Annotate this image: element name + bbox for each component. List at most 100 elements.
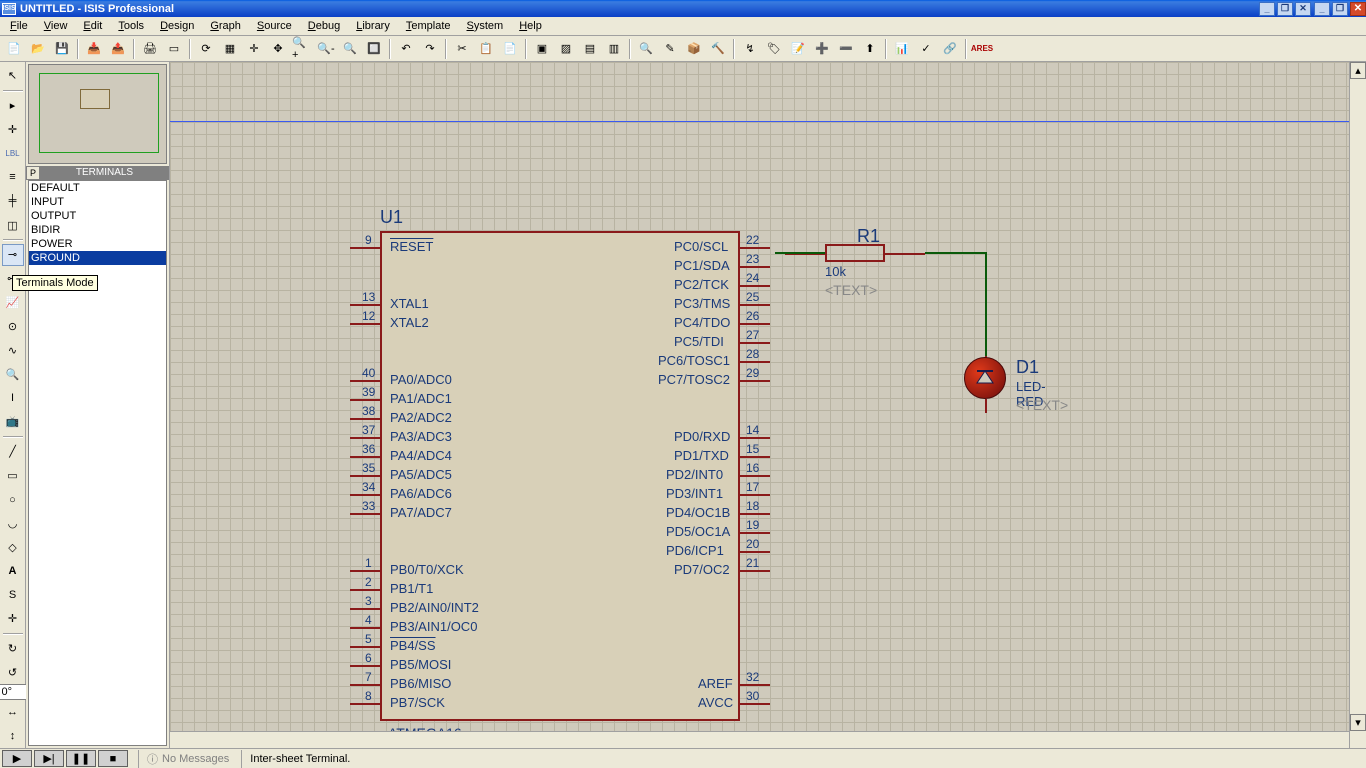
component-mode-button[interactable]: ▸ bbox=[2, 95, 24, 117]
make-device-button[interactable]: ✎ bbox=[659, 38, 681, 60]
label-mode-button[interactable]: LBL bbox=[2, 143, 24, 165]
delete-sheet-button[interactable]: ➖ bbox=[835, 38, 857, 60]
schematic-canvas[interactable]: U1 ATMEGA16 <TEXT> 9RESET13XTAL112XTAL24… bbox=[170, 62, 1366, 748]
mdi-restore-button[interactable]: ❐ bbox=[1332, 2, 1348, 16]
zoom-area-button[interactable]: 🔲 bbox=[363, 38, 385, 60]
copy-button[interactable]: 📋 bbox=[475, 38, 497, 60]
origin-button[interactable]: ✛ bbox=[243, 38, 265, 60]
bom-button[interactable]: 📊 bbox=[891, 38, 913, 60]
menu-edit[interactable]: Edit bbox=[75, 18, 110, 34]
package-button[interactable]: 📦 bbox=[683, 38, 705, 60]
netlist-button[interactable]: 🔗 bbox=[939, 38, 961, 60]
print-button[interactable]: 🖨 bbox=[139, 38, 161, 60]
status-messages[interactable]: ⓘ No Messages bbox=[138, 750, 237, 768]
save-file-button[interactable]: 💾 bbox=[51, 38, 73, 60]
pick-parts-button[interactable]: P bbox=[26, 166, 40, 180]
block-rotate-button[interactable]: ▤ bbox=[579, 38, 601, 60]
wire-autoroute-button[interactable]: ↯ bbox=[739, 38, 761, 60]
terminal-item-default[interactable]: DEFAULT bbox=[29, 181, 166, 195]
new-file-button[interactable]: 📄 bbox=[3, 38, 25, 60]
new-sheet-button[interactable]: ➕ bbox=[811, 38, 833, 60]
undo-button[interactable]: ↶ bbox=[395, 38, 417, 60]
paste-button[interactable]: 📄 bbox=[499, 38, 521, 60]
terminals-mode-button[interactable]: ⊸ bbox=[2, 244, 24, 266]
menu-graph[interactable]: Graph bbox=[202, 18, 249, 34]
menu-debug[interactable]: Debug bbox=[300, 18, 348, 34]
block-copy-button[interactable]: ▣ bbox=[531, 38, 553, 60]
block-move-button[interactable]: ▨ bbox=[555, 38, 577, 60]
restore-button[interactable]: ❐ bbox=[1277, 2, 1293, 16]
terminal-item-bidir[interactable]: BIDIR bbox=[29, 223, 166, 237]
virtual-instrument-mode-button[interactable]: 📺 bbox=[2, 411, 24, 433]
marker-2d-button[interactable]: ✛ bbox=[2, 608, 24, 630]
menu-design[interactable]: Design bbox=[152, 18, 202, 34]
grid-button[interactable]: ▦ bbox=[219, 38, 241, 60]
text-script-mode-button[interactable]: ≡ bbox=[2, 166, 24, 188]
zoom-out-button[interactable]: 🔍- bbox=[315, 38, 337, 60]
close-button[interactable]: ✕ bbox=[1295, 2, 1311, 16]
text-2d-button[interactable]: A bbox=[2, 560, 24, 582]
circle-2d-button[interactable]: ○ bbox=[2, 489, 24, 511]
current-probe-mode-button[interactable]: I bbox=[2, 387, 24, 409]
property-button[interactable]: 📝 bbox=[787, 38, 809, 60]
search-tag-button[interactable]: 🏷 bbox=[763, 38, 785, 60]
import-button[interactable]: 📥 bbox=[83, 38, 105, 60]
object-selector-list[interactable]: DEFAULTINPUTOUTPUTBIDIRPOWERGROUND bbox=[28, 180, 167, 746]
pick-button[interactable]: 🔍 bbox=[635, 38, 657, 60]
pan-button[interactable]: ✥ bbox=[267, 38, 289, 60]
selection-mode-button[interactable]: ↖ bbox=[2, 65, 24, 87]
generator-mode-button[interactable]: ∿ bbox=[2, 339, 24, 361]
stop-button[interactable]: ■ bbox=[98, 750, 128, 767]
terminal-item-ground[interactable]: GROUND bbox=[29, 251, 166, 265]
symbol-2d-button[interactable]: S bbox=[2, 584, 24, 606]
horizontal-scrollbar[interactable] bbox=[170, 731, 1349, 748]
play-button[interactable]: ▶ bbox=[2, 750, 32, 767]
area-button[interactable]: ▭ bbox=[163, 38, 185, 60]
pause-button[interactable]: ❚❚ bbox=[66, 750, 96, 767]
redo-button[interactable]: ↷ bbox=[419, 38, 441, 60]
menu-template[interactable]: Template bbox=[398, 18, 459, 34]
graph-mode-button[interactable]: 📈 bbox=[2, 292, 24, 314]
junction-mode-button[interactable]: ✛ bbox=[2, 119, 24, 141]
menu-help[interactable]: Help bbox=[511, 18, 550, 34]
component-d1[interactable]: D1 LED-RED <TEXT> bbox=[964, 357, 1006, 399]
decompose-button[interactable]: 🔨 bbox=[707, 38, 729, 60]
bus-mode-button[interactable]: ╪ bbox=[2, 190, 24, 212]
menu-tools[interactable]: Tools bbox=[110, 18, 152, 34]
rotate-cw-button[interactable]: ↻ bbox=[2, 638, 24, 660]
mdi-close-button[interactable]: ✕ bbox=[1350, 2, 1366, 16]
rotation-angle-input[interactable] bbox=[0, 684, 27, 700]
box-2d-button[interactable]: ▭ bbox=[2, 465, 24, 487]
ares-button[interactable]: ARES bbox=[971, 38, 993, 60]
terminal-item-output[interactable]: OUTPUT bbox=[29, 209, 166, 223]
rotate-ccw-button[interactable]: ↺ bbox=[2, 662, 24, 684]
zoom-all-button[interactable]: 🔍 bbox=[339, 38, 361, 60]
vertical-scrollbar[interactable]: ▴ ▾ bbox=[1349, 62, 1366, 748]
open-file-button[interactable]: 📂 bbox=[27, 38, 49, 60]
menu-system[interactable]: System bbox=[459, 18, 512, 34]
voltage-probe-mode-button[interactable]: 🔍 bbox=[2, 363, 24, 385]
terminal-item-power[interactable]: POWER bbox=[29, 237, 166, 251]
export-button[interactable]: 📤 bbox=[107, 38, 129, 60]
tape-mode-button[interactable]: ⊙ bbox=[2, 316, 24, 338]
refresh-button[interactable]: ⟳ bbox=[195, 38, 217, 60]
minimize-button[interactable]: _ bbox=[1259, 2, 1275, 16]
block-delete-button[interactable]: ▥ bbox=[603, 38, 625, 60]
path-2d-button[interactable]: ◇ bbox=[2, 536, 24, 558]
menu-source[interactable]: Source bbox=[249, 18, 300, 34]
overview-window[interactable] bbox=[28, 64, 167, 164]
menu-view[interactable]: View bbox=[36, 18, 76, 34]
step-button[interactable]: ▶| bbox=[34, 750, 64, 767]
zoom-in-button[interactable]: 🔍+ bbox=[291, 38, 313, 60]
subcircuit-mode-button[interactable]: ◫ bbox=[2, 214, 24, 236]
menu-file[interactable]: File bbox=[2, 18, 36, 34]
cut-button[interactable]: ✂ bbox=[451, 38, 473, 60]
arc-2d-button[interactable]: ◡ bbox=[2, 512, 24, 534]
mirror-v-button[interactable]: ↕ bbox=[2, 725, 24, 747]
erc-button[interactable]: ✓ bbox=[915, 38, 937, 60]
exit-sheet-button[interactable]: ⬆ bbox=[859, 38, 881, 60]
mdi-minimize-button[interactable]: _ bbox=[1314, 2, 1330, 16]
line-2d-button[interactable]: ╱ bbox=[2, 441, 24, 463]
component-r1[interactable]: R1 10k <TEXT> bbox=[825, 244, 885, 262]
terminal-item-input[interactable]: INPUT bbox=[29, 195, 166, 209]
